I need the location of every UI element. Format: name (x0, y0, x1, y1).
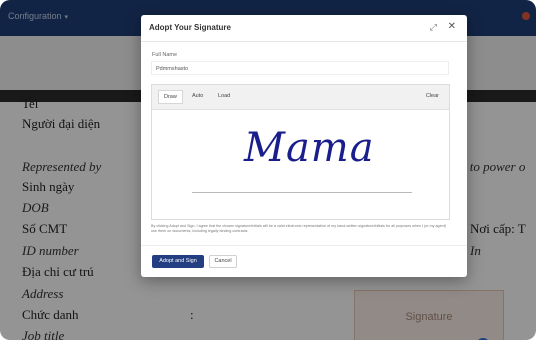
dialog-footer-divider (141, 245, 467, 246)
signature-pad[interactable]: Draw Auto Load Clear Mama (151, 84, 450, 220)
clear-button[interactable]: Clear (426, 93, 439, 99)
adopt-signature-dialog: Adopt Your Signature ⤢ ✕ Full Name Pdmms… (141, 15, 467, 277)
dialog-header: Adopt Your Signature ⤢ ✕ (141, 15, 467, 42)
drawn-signature: Mama (244, 125, 375, 171)
adopt-and-sign-button[interactable]: Adopt and Sign (152, 255, 204, 268)
legal-disclaimer: By clicking Adopt and Sign, I agree that… (151, 224, 446, 233)
expand-icon[interactable]: ⤢ (430, 22, 437, 33)
full-name-input[interactable]: Pdmmshasto (151, 61, 449, 75)
cancel-button[interactable]: Cancel (209, 255, 237, 268)
signature-mode-tabs: Draw Auto Load Clear (152, 85, 449, 110)
close-icon[interactable]: ✕ (448, 21, 456, 32)
tab-load[interactable]: Load (218, 93, 230, 99)
tab-auto[interactable]: Auto (192, 93, 203, 99)
full-name-label: Full Name (152, 52, 178, 58)
signature-baseline (192, 192, 412, 193)
dialog-title: Adopt Your Signature (149, 23, 231, 32)
app-window: Configuration ▾ Tel Người đại diện Repres… (0, 0, 536, 340)
tab-draw[interactable]: Draw (158, 90, 183, 104)
